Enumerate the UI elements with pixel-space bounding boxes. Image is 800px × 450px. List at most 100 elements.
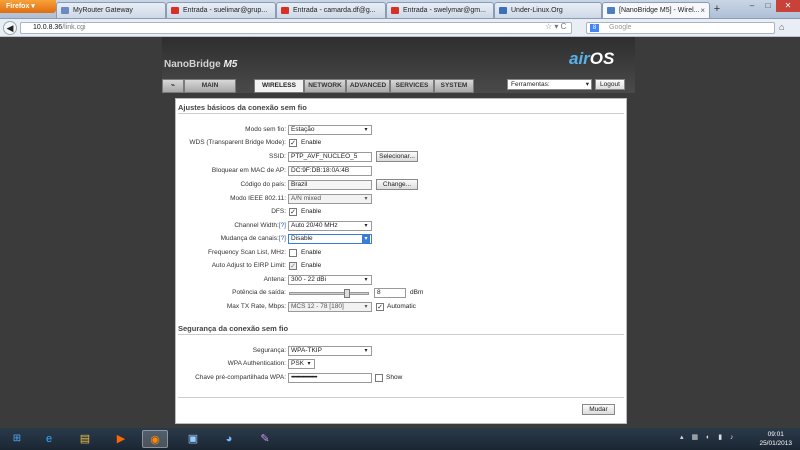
logo-air: air	[569, 49, 590, 68]
psk-input[interactable]: ••••••••••••••••••••	[288, 373, 372, 383]
freq-scan-label: Frequency Scan List, MHz:	[207, 249, 286, 256]
logout-button[interactable]: Logout	[595, 79, 625, 90]
security-value: WPA-TKIP	[291, 347, 322, 354]
wds-checkbox[interactable]: ✓	[289, 139, 297, 147]
tab-gmail-2[interactable]: Entrada - camarda.df@g...	[276, 2, 386, 18]
country-field: Brazil	[288, 180, 372, 190]
row-channel-width: Channel Width:[?] Auto 20/40 MHz ▾	[176, 221, 628, 232]
file-explorer-icon[interactable]: ▤	[72, 430, 98, 448]
antenna-value: 300 - 22 dBi	[291, 276, 327, 283]
row-channel-shift: Mudança de canais:[?] Disable ▾	[176, 234, 628, 245]
clock[interactable]: 09:01 25/01/2013	[759, 430, 792, 448]
max-tx-select[interactable]: MCS 12 - 78 [180] ▾	[288, 302, 372, 312]
tab-system[interactable]: SYSTEM	[434, 79, 474, 93]
ssid-input[interactable]: PTP_AVF_NUCLEO_5	[288, 152, 372, 162]
tab-title: Entrada - suelimar@grup...	[183, 7, 268, 14]
divider	[178, 334, 624, 335]
forum-icon	[499, 7, 507, 14]
wds-enable-label: Enable	[301, 139, 322, 146]
home-icon[interactable]: ⌂	[779, 22, 784, 32]
tab-network[interactable]: NETWORK	[304, 79, 346, 93]
app-icon[interactable]: ✎	[252, 430, 278, 448]
chevron-down-icon: ▾	[307, 361, 311, 367]
tab-myrouter[interactable]: MyRouter Gateway	[56, 2, 166, 18]
winbox-icon[interactable]: ◕	[216, 430, 242, 448]
antenna-select[interactable]: 300 - 22 dBi ▾	[288, 275, 372, 285]
chevron-down-icon: ▾	[364, 223, 368, 229]
tab-title: MyRouter Gateway	[73, 7, 133, 14]
tab-title: Entrada - swelymar@gm...	[403, 7, 486, 14]
eirp-checkbox[interactable]: ✓	[289, 262, 297, 270]
tools-label: Ferramentas:	[511, 81, 550, 88]
firefox-icon[interactable]: ◉	[142, 430, 168, 448]
browser-tab-bar: Firefox ▾ MyRouter Gateway Entrada - sue…	[0, 0, 800, 19]
tab-main[interactable]: MAIN	[184, 79, 236, 93]
row-security: Segurança: WPA-TKIP ▾	[176, 346, 628, 357]
ieee-mode-select[interactable]: A/N mixed ▾	[288, 194, 372, 204]
show-checkbox[interactable]	[375, 374, 383, 382]
new-tab-button[interactable]: +	[710, 3, 724, 17]
maximize-icon[interactable]: □	[760, 0, 776, 12]
automatic-checkbox[interactable]: ✓	[376, 303, 384, 311]
device-brand: NanoBridge M5	[164, 59, 237, 70]
channel-width-select[interactable]: Auto 20/40 MHz ▾	[288, 221, 372, 231]
eirp-label: Auto Adjust to EIRP Limit:	[211, 262, 286, 269]
ssid-label: SSID:	[269, 153, 286, 160]
row-wireless-mode: Modo sem fio: Estação ▾	[176, 125, 628, 136]
tab-gmail-3[interactable]: Entrada - swelymar@gm...	[386, 2, 494, 18]
select-ssid-button[interactable]: Selecionar...	[376, 151, 418, 162]
network-tool-icon[interactable]: ▣	[180, 430, 206, 448]
wpa-auth-value: PSK	[291, 360, 305, 367]
close-tab-icon[interactable]: ×	[700, 3, 705, 18]
lock-ap-mac-input[interactable]: DC:9F:DB:18:0A:4B	[288, 166, 372, 176]
channel-width-label: Channel Width:[?]	[234, 222, 286, 229]
url-bar[interactable]: 10.0.8.36/link.cgi	[20, 22, 572, 34]
chevron-down-icon: ▾	[362, 235, 370, 243]
freq-scan-checkbox[interactable]	[289, 249, 297, 257]
search-input[interactable]: 8 Google	[586, 22, 775, 34]
ubiquiti-logo-tab[interactable]: ⌁	[162, 79, 184, 93]
clock-date: 25/01/2013	[759, 440, 792, 447]
start-button[interactable]: ⊞	[6, 430, 28, 448]
section-security-title: Segurança da conexão sem fio	[178, 324, 289, 333]
navigation-bar: ◀ 10.0.8.36/link.cgi ☆ ▾ C 8 Google ⌂	[0, 19, 800, 37]
internet-explorer-icon[interactable]: e	[36, 430, 62, 448]
bookmark-star-icon[interactable]: ☆ ▾ C	[545, 22, 566, 31]
firefox-menu-button[interactable]: Firefox ▾	[0, 0, 56, 13]
antenna-label: Antena:	[263, 276, 286, 283]
security-select[interactable]: WPA-TKIP ▾	[288, 346, 372, 356]
media-player-icon[interactable]: ▶	[108, 430, 134, 448]
eirp-enable-label: Enable	[301, 262, 322, 269]
help-link[interactable]: [?]	[279, 235, 286, 242]
apply-button[interactable]: Mudar	[582, 404, 615, 415]
ieee-mode-value: A/N mixed	[291, 195, 321, 202]
minimize-icon[interactable]: –	[744, 0, 760, 12]
max-tx-value: MCS 12 - 78 [180]	[291, 303, 344, 310]
wpa-auth-select[interactable]: PSK ▾	[288, 359, 315, 369]
tab-title: Entrada - camarda.df@g...	[293, 7, 376, 14]
tab-under-linux[interactable]: Under-Linux.Org	[494, 2, 602, 18]
output-power-label: Potência de saída:	[232, 289, 286, 296]
chevron-down-icon: ▾	[364, 196, 368, 202]
wireless-settings-form: Ajustes básicos da conexão sem fio Modo …	[175, 98, 627, 424]
output-power-input[interactable]: 8	[374, 288, 406, 298]
tools-select[interactable]: Ferramentas: ▾	[507, 79, 592, 90]
tab-advanced[interactable]: ADVANCED	[346, 79, 390, 93]
tab-gmail-1[interactable]: Entrada - suelimar@grup...	[166, 2, 276, 18]
back-button[interactable]: ◀	[3, 21, 17, 35]
row-eirp: Auto Adjust to EIRP Limit: ✓ Enable	[176, 261, 628, 272]
change-country-button[interactable]: Change...	[376, 179, 418, 190]
close-window-icon[interactable]: ✕	[776, 0, 800, 12]
output-power-slider[interactable]	[289, 289, 369, 298]
tab-wireless[interactable]: WIRELESS	[254, 79, 304, 93]
tab-services[interactable]: SERVICES	[390, 79, 434, 93]
help-link[interactable]: [?]	[279, 222, 286, 229]
wireless-mode-select[interactable]: Estação ▾	[288, 125, 372, 135]
max-tx-label: Max TX Rate, Mbps:	[226, 303, 286, 310]
dfs-checkbox[interactable]: ✓	[289, 208, 297, 216]
row-ssid: SSID: PTP_AVF_NUCLEO_5 Selecionar...	[176, 151, 628, 163]
tab-nanobridge[interactable]: [NanoBridge M5] - Wirel... ×	[602, 2, 710, 18]
system-tray[interactable]: ▴ ▦ ◐ ▮ ♪	[680, 433, 737, 441]
channel-shift-select[interactable]: Disable ▾	[288, 234, 372, 244]
slider-handle[interactable]	[344, 289, 351, 298]
